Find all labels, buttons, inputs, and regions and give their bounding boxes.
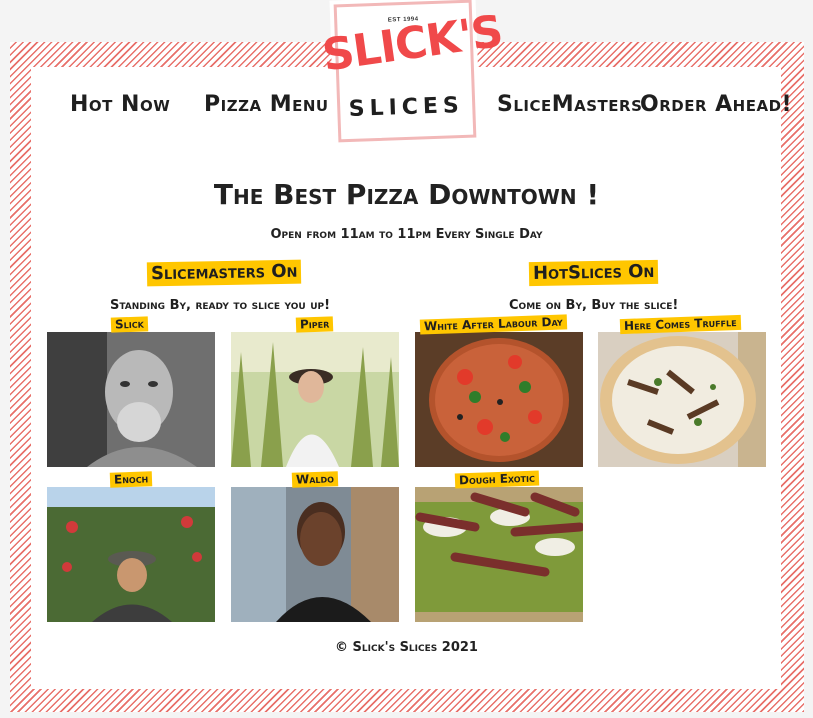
opening-hours: Open from 11am to 11pm Every Single Day	[270, 227, 543, 242]
site-logo[interactable]: EST 1994 SLICK'S SLICES	[319, 0, 505, 143]
slicemaster-card-slick[interactable]	[47, 332, 215, 467]
slicemaster-name-slick: Slick	[110, 316, 149, 333]
slicemasters-section-title: Slicemasters On	[146, 259, 302, 287]
slicemaster-card-piper[interactable]	[231, 332, 399, 467]
person-photo-icon	[47, 487, 215, 622]
slicemasters-subtitle: Standing By, ready to slice you up!	[110, 298, 331, 313]
slicemaster-name-enoch: Enoch	[109, 471, 153, 488]
pizza-photo-icon	[598, 332, 766, 467]
hotslices-subtitle: Come on By, Buy the slice!	[509, 298, 679, 313]
person-photo-icon	[231, 332, 399, 467]
pizza-photo-icon	[415, 487, 583, 622]
person-photo-icon	[231, 487, 399, 622]
page-title: The Best Pizza Downtown !	[213, 178, 600, 211]
slicemaster-name-waldo: Waldo	[291, 471, 339, 488]
hotslices-section-title: HotSlices On	[528, 259, 659, 287]
pizza-photo-icon	[415, 332, 583, 467]
nav-slicemasters[interactable]: SliceMasters	[497, 92, 642, 117]
pizza-card-dough-exotic[interactable]	[415, 487, 583, 622]
logo-slices-text: SLICES	[348, 92, 465, 122]
site-footer: © Slick's Slices 2021	[335, 640, 478, 655]
pizza-name-dough-exotic: Dough Exotic	[454, 470, 540, 489]
slicemaster-card-enoch[interactable]	[47, 487, 215, 622]
nav-order-ahead[interactable]: Order Ahead!	[640, 92, 792, 117]
slicemaster-name-piper: Piper	[295, 316, 334, 333]
person-photo-icon	[47, 332, 215, 467]
pizza-card-white-after-labour-day[interactable]	[415, 332, 583, 467]
pizza-card-here-comes-truffle[interactable]	[598, 332, 766, 467]
nav-pizza-menu[interactable]: Pizza Menu	[204, 92, 329, 117]
nav-hot-now[interactable]: Hot Now	[70, 92, 170, 117]
slicemaster-card-waldo[interactable]	[231, 487, 399, 622]
